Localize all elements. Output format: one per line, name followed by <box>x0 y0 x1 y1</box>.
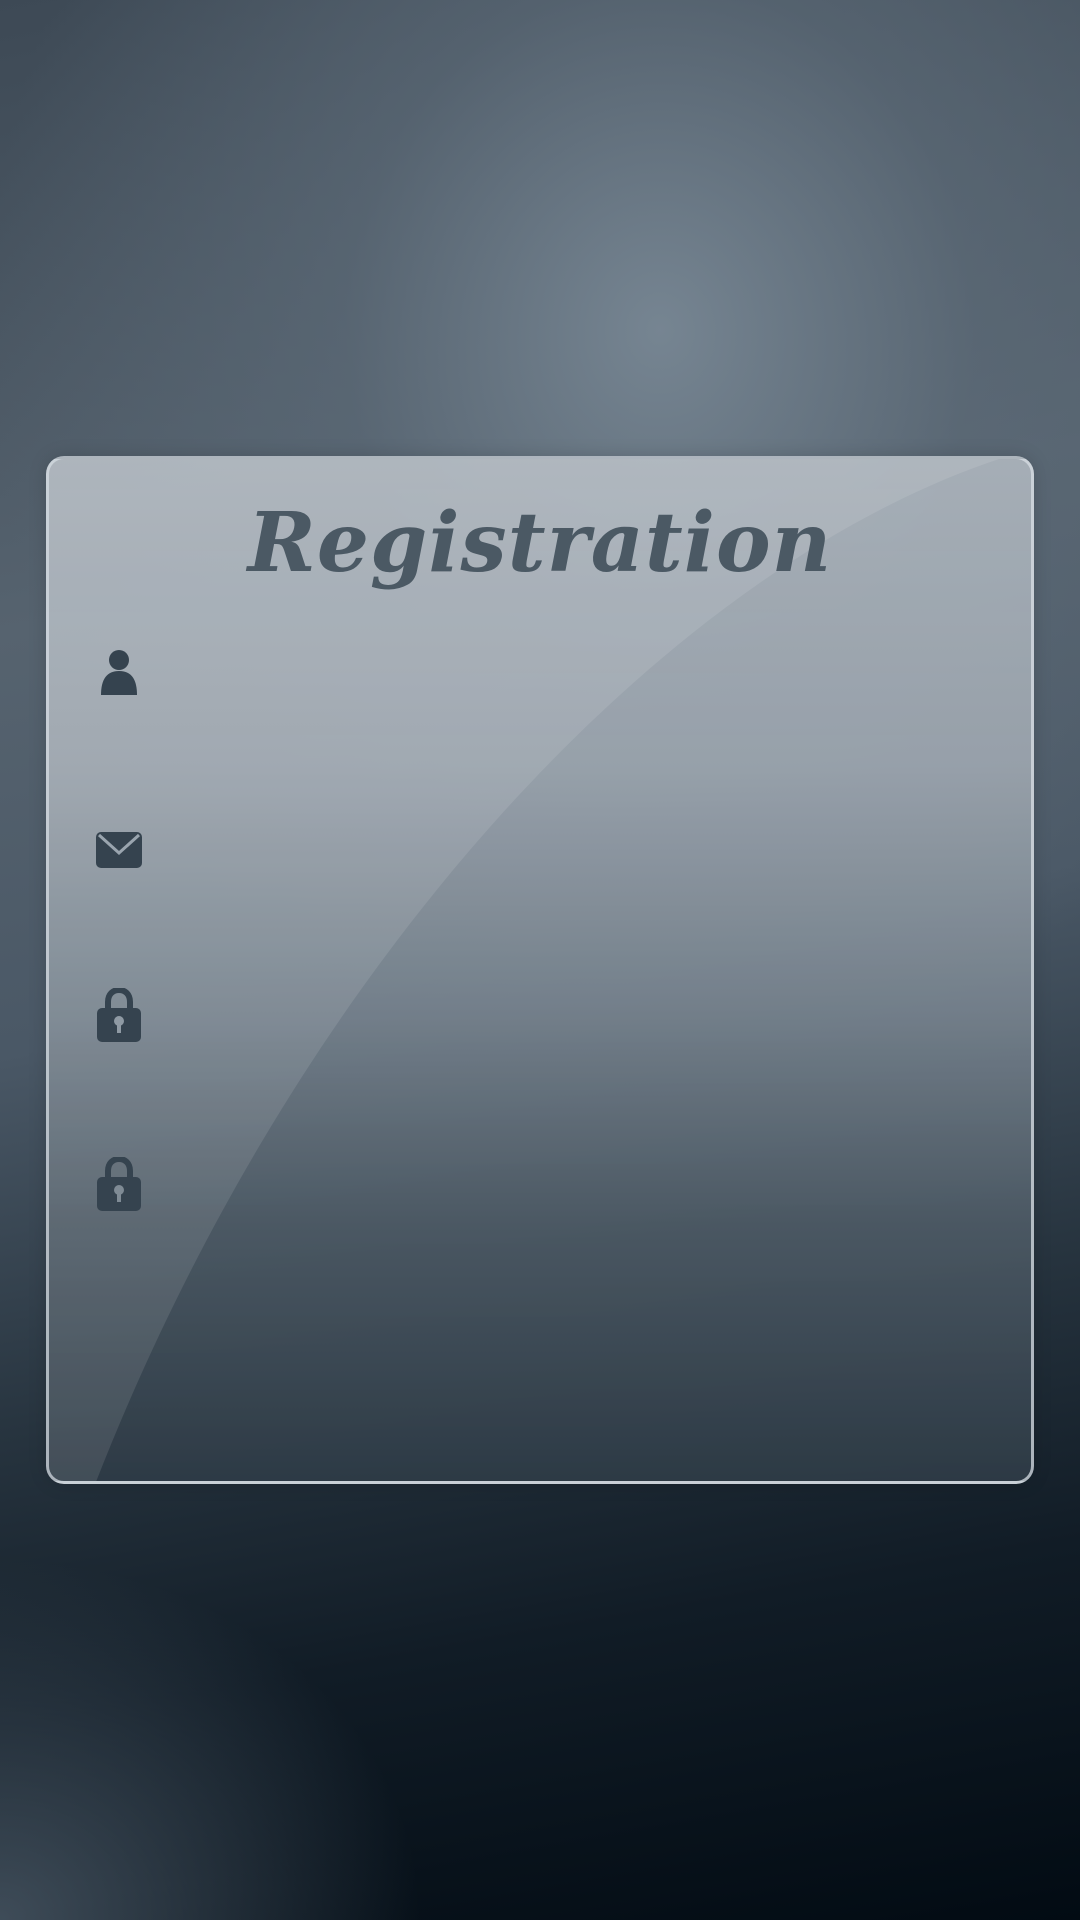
confirm-password-field[interactable] <box>89 1139 989 1229</box>
username-field[interactable] <box>89 628 989 718</box>
lock-icon <box>89 985 149 1045</box>
confirm-password-input[interactable] <box>169 1148 989 1220</box>
password-input[interactable] <box>169 979 989 1051</box>
mail-icon <box>89 820 149 880</box>
email-input[interactable] <box>169 814 989 886</box>
username-input[interactable] <box>169 637 989 709</box>
password-field[interactable] <box>89 970 989 1060</box>
page-title: Registration <box>247 495 833 591</box>
email-field[interactable] <box>89 805 989 895</box>
background-glow <box>0 1450 600 1920</box>
lock-icon <box>89 1154 149 1214</box>
user-icon <box>89 643 149 703</box>
registration-card: Registration <box>46 456 1034 1484</box>
